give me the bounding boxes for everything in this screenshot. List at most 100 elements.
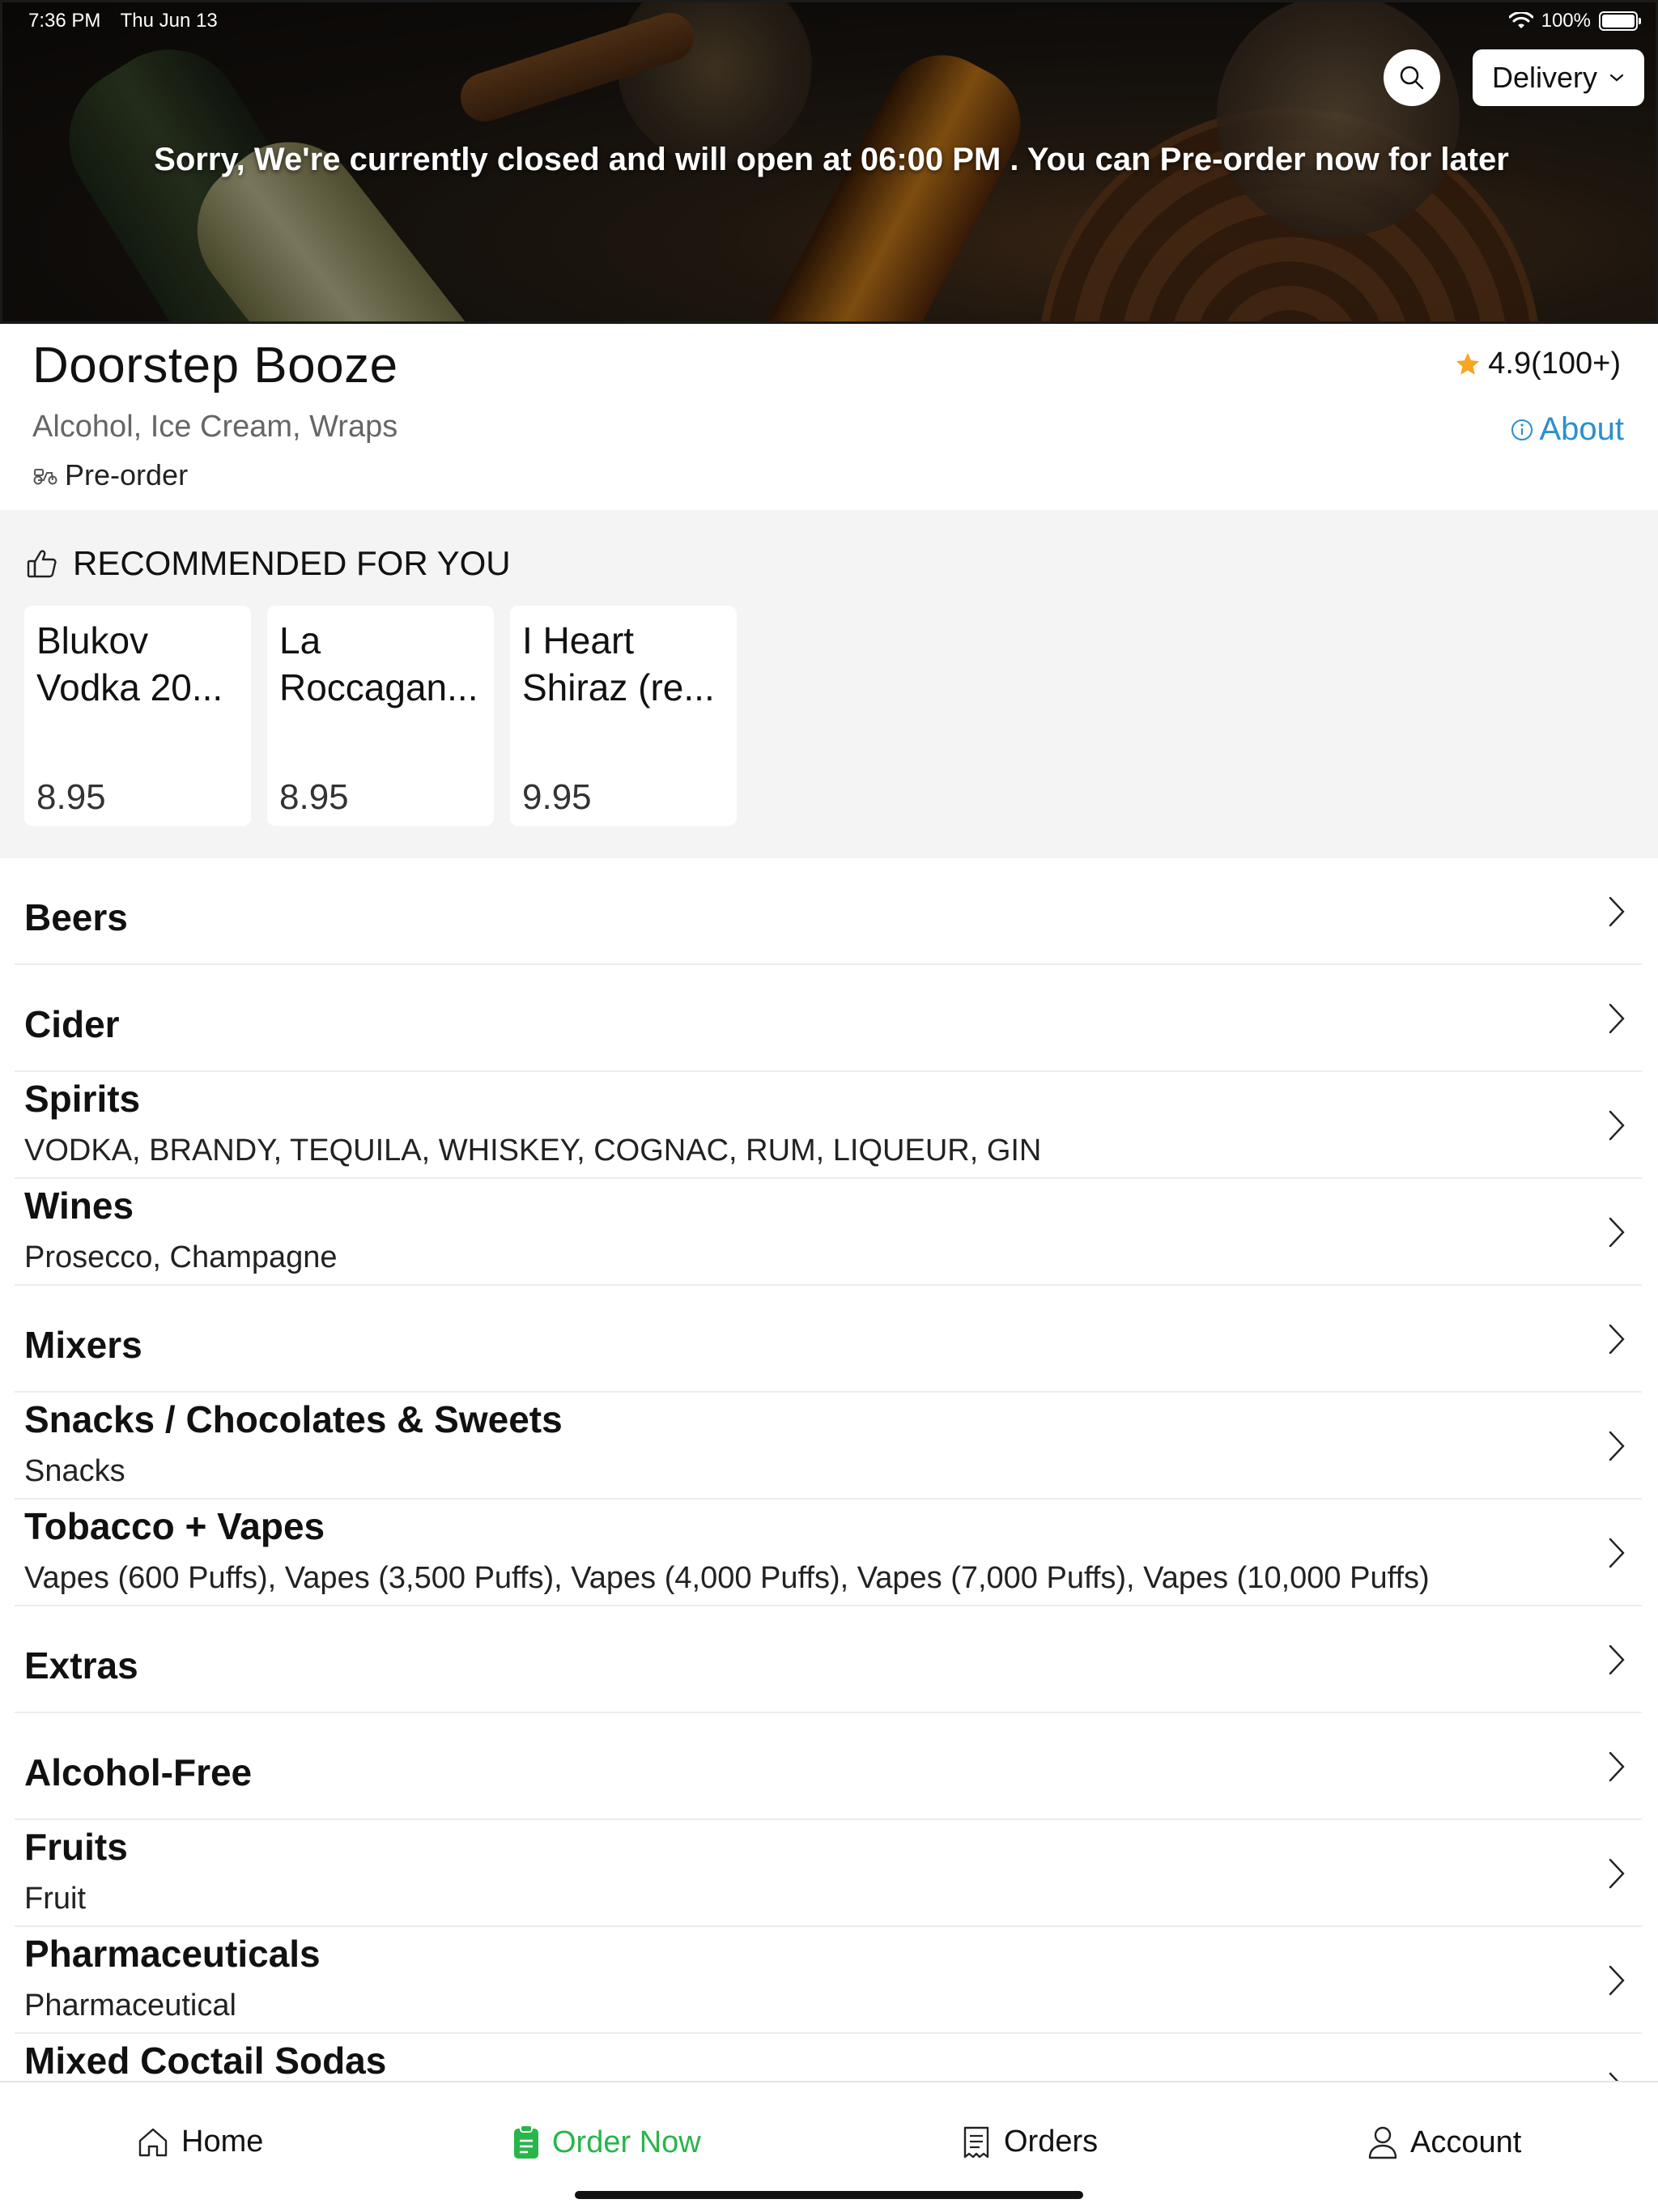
chevron-right-icon	[1609, 1751, 1625, 1782]
order-list-icon	[514, 2125, 538, 2159]
category-subtitle: VODKA, BRANDY, TEQUILA, WHISKEY, COGNAC,…	[24, 1134, 1042, 1168]
info-icon	[1511, 419, 1533, 440]
battery-percent: 100%	[1541, 10, 1591, 32]
category-title: Mixers	[24, 1324, 142, 1366]
category-title: Cider	[24, 1003, 120, 1045]
recommended-item-card[interactable]: I Heart Shiraz (re... 9.95	[510, 606, 737, 826]
category-subtitle: Fruit	[24, 1882, 86, 1916]
home-indicator[interactable]	[575, 2191, 1083, 2199]
category-title: Alcohol-Free	[24, 1751, 253, 1793]
store-name: Doorstep Booze	[32, 338, 398, 393]
recommended-item-name: La Roccagan...	[279, 617, 482, 711]
category-list: Beers Cider Spirits VODKA, BRANDY, TEQUI…	[0, 858, 1658, 2081]
chevron-right-icon	[1609, 2072, 1619, 2081]
category-row-cider[interactable]: Cider	[15, 965, 1642, 1072]
bottom-nav: Home Order Now Orders Account	[0, 2081, 1658, 2212]
nav-account[interactable]: Account	[1367, 2125, 1521, 2160]
recommended-item-price: 9.95	[522, 777, 592, 817]
nav-order-now-label: Order Now	[552, 2125, 701, 2159]
user-icon	[1368, 2126, 1397, 2159]
chevron-right-icon	[1609, 1324, 1625, 1355]
nav-order-now[interactable]: Order Now	[512, 2125, 701, 2160]
nav-account-label: Account	[1410, 2125, 1522, 2159]
category-row-wines[interactable]: Wines Prosecco, Champagne	[15, 1179, 1642, 1286]
chevron-right-icon	[1609, 1110, 1625, 1141]
nav-home[interactable]: Home	[136, 2125, 263, 2159]
recommended-section: RECOMMENDED FOR YOU Blukov Vodka 20... 8…	[0, 510, 1658, 858]
chevron-right-icon	[1609, 1538, 1625, 1568]
recommended-item-price: 8.95	[279, 777, 349, 817]
category-subtitle: Prosecco, Champagne	[24, 1240, 338, 1274]
category-row-pharmaceuticals[interactable]: Pharmaceuticals Pharmaceutical	[15, 1927, 1642, 2034]
chevron-right-icon	[1609, 1431, 1625, 1461]
recommended-item-card[interactable]: La Roccagan... 8.95	[267, 606, 494, 826]
category-subtitle: Snacks	[24, 1454, 125, 1488]
category-title: Wines	[24, 1185, 134, 1227]
store-tags: Alcohol, Ice Cream, Wraps	[32, 410, 398, 444]
status-bar: 7:36 PM Thu Jun 13 100%	[2, 2, 1656, 40]
category-title: Mixed Coctail Sodas	[24, 2040, 387, 2081]
category-subtitle: Vapes (600 Puffs), Vapes (3,500 Puffs), …	[24, 1561, 1430, 1595]
category-title: Snacks / Chocolates & Sweets	[24, 1398, 563, 1440]
thumbs-up-icon	[27, 550, 57, 578]
chevron-right-icon	[1609, 896, 1625, 927]
chevron-right-icon	[1609, 1644, 1625, 1675]
category-title: Tobacco + Vapes	[24, 1505, 325, 1547]
recommended-item-name-line: I Heart	[522, 619, 635, 661]
search-button[interactable]	[1384, 49, 1440, 106]
store-info: Doorstep Booze Alcohol, Ice Cream, Wraps…	[0, 324, 1658, 510]
delivery-mode-dropdown[interactable]: Delivery	[1473, 49, 1644, 106]
nav-home-label: Home	[181, 2125, 264, 2159]
category-row-spirits[interactable]: Spirits VODKA, BRANDY, TEQUILA, WHISKEY,…	[15, 1072, 1642, 1179]
star-icon	[1456, 352, 1480, 375]
scooter-icon	[33, 469, 57, 485]
chevron-down-icon	[1609, 74, 1624, 82]
category-row-mixers[interactable]: Mixers	[15, 1286, 1642, 1393]
about-link[interactable]: About	[1510, 411, 1624, 448]
category-row-fruits[interactable]: Fruits Fruit	[15, 1820, 1642, 1927]
category-row-extras[interactable]: Extras	[15, 1606, 1642, 1713]
category-title: Extras	[24, 1644, 138, 1687]
recommended-item-name: I Heart Shiraz (re...	[522, 617, 725, 711]
status-date: Thu Jun 13	[120, 10, 218, 32]
closed-message: Sorry, We're currently closed and will o…	[154, 142, 1509, 177]
recommended-item-name-line: Roccagan...	[279, 666, 478, 708]
category-title: Spirits	[24, 1078, 141, 1120]
category-subtitle: Pharmaceutical	[24, 1989, 236, 2023]
category-row-alcohol-free[interactable]: Alcohol-Free	[15, 1713, 1642, 1820]
rating-value: 4.9(100+)	[1488, 347, 1621, 381]
preorder-badge: Pre-order	[32, 458, 188, 492]
delivery-mode-label: Delivery	[1491, 61, 1598, 94]
chevron-right-icon	[1609, 1003, 1625, 1034]
status-time: 7:36 PM	[28, 10, 101, 32]
recommended-item-card[interactable]: Blukov Vodka 20... 8.95	[24, 606, 251, 826]
chevron-right-icon	[1609, 1965, 1625, 1996]
category-row-beers[interactable]: Beers	[15, 858, 1642, 965]
category-row-mixed-coctail-sodas[interactable]: Mixed Coctail Sodas	[15, 2034, 1642, 2081]
recommended-item-name-line: Blukov	[36, 619, 149, 661]
chevron-right-icon	[1609, 1217, 1625, 1248]
category-row-tobacco-vapes[interactable]: Tobacco + Vapes Vapes (600 Puffs), Vapes…	[15, 1499, 1642, 1606]
store-rating: 4.9(100+)	[1454, 347, 1621, 381]
preorder-label: Pre-order	[65, 458, 189, 491]
recommended-item-name-line: Shiraz (re...	[522, 666, 715, 708]
recommended-item-name-line: Vodka 20...	[36, 666, 223, 708]
recommended-title-label: RECOMMENDED FOR YOU	[73, 544, 511, 582]
recommended-item-price: 8.95	[36, 777, 106, 817]
recommended-item-name: Blukov Vodka 20...	[36, 617, 239, 711]
nav-orders[interactable]: Orders	[960, 2125, 1098, 2159]
category-title: Pharmaceuticals	[24, 1933, 321, 1975]
chevron-right-icon	[1609, 1858, 1625, 1889]
hero-banner: 7:36 PM Thu Jun 13 100% Delivery Sorry, …	[0, 0, 1658, 324]
battery-icon	[1599, 11, 1641, 31]
home-icon	[138, 2128, 168, 2156]
recommended-item-name-line: La	[279, 619, 321, 661]
nav-orders-label: Orders	[1004, 2125, 1099, 2159]
search-icon	[1400, 66, 1424, 90]
about-label: About	[1539, 411, 1624, 447]
category-title: Beers	[24, 896, 128, 938]
receipt-icon	[963, 2126, 989, 2158]
wifi-icon	[1508, 12, 1533, 28]
category-title: Fruits	[24, 1826, 128, 1868]
category-row-snacks[interactable]: Snacks / Chocolates & Sweets Snacks	[15, 1393, 1642, 1499]
